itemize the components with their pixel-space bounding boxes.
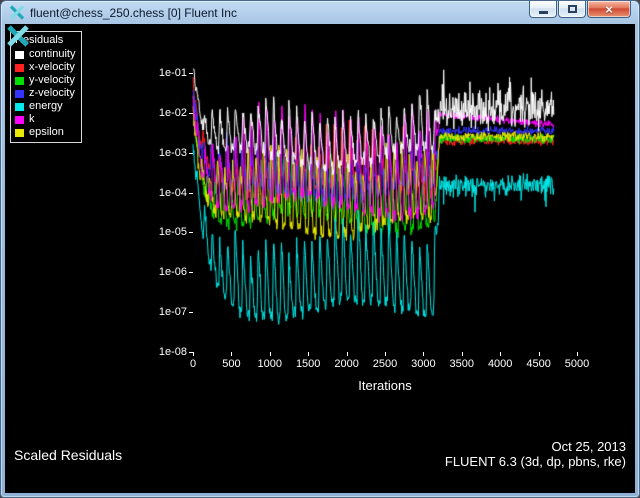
- x-axis-title: Iterations: [193, 378, 577, 393]
- y-tick-label: 1e-08: [143, 346, 187, 358]
- legend-item: y-velocity: [15, 74, 75, 87]
- y-tick-mark: [189, 73, 193, 74]
- y-tick-label: 1e-07: [143, 306, 187, 318]
- x-tick-label: 0: [175, 358, 211, 370]
- x-tick-label: 4500: [521, 358, 557, 370]
- x-tick-mark: [193, 352, 194, 356]
- fluent-watermark-icon: [6, 25, 30, 52]
- y-tick-label: 1e-04: [143, 187, 187, 199]
- x-tick-label: 3500: [444, 358, 480, 370]
- close-icon: ×: [605, 2, 613, 17]
- x-tick-mark: [231, 352, 232, 356]
- legend-swatch: [15, 103, 24, 111]
- x-tick-label: 2500: [367, 358, 403, 370]
- y-tick-label: 1e-01: [143, 67, 187, 79]
- minimize-button[interactable]: [529, 1, 557, 18]
- y-tick-label: 1e-05: [143, 226, 187, 238]
- y-tick-label: 1e-03: [143, 147, 187, 159]
- fluent-logo-icon: [9, 5, 25, 20]
- x-tick-mark: [462, 352, 463, 356]
- legend-item-label: k: [29, 113, 35, 126]
- legend-item: z-velocity: [15, 87, 75, 100]
- minimize-icon: [539, 11, 548, 14]
- legend-item-label: continuity: [29, 48, 75, 61]
- footer-info: Oct 25, 2013 FLUENT 6.3 (3d, dp, pbns, r…: [445, 439, 626, 469]
- x-tick-mark: [577, 352, 578, 356]
- x-tick-mark: [539, 352, 540, 356]
- y-tick-mark: [189, 113, 193, 114]
- close-button[interactable]: ×: [587, 1, 631, 18]
- x-tick-label: 2000: [329, 358, 365, 370]
- y-tick-mark: [189, 193, 193, 194]
- legend-item: epsilon: [15, 126, 75, 139]
- x-tick-label: 1000: [252, 358, 288, 370]
- legend-swatch: [15, 77, 24, 85]
- window-title: fluent@chess_250.chess [0] Fluent Inc: [30, 6, 237, 20]
- maximize-icon: [568, 5, 577, 13]
- legend-item: x-velocity: [15, 61, 75, 74]
- y-tick-mark: [189, 153, 193, 154]
- legend-swatch: [15, 116, 24, 124]
- axes-layer: 1e-01 1e-02 1e-03 1e-04 1e-05 1e-06 1e-07 1e-08…: [5, 24, 635, 493]
- maximize-button[interactable]: [558, 1, 586, 18]
- legend-items: continuityx-velocityy-velocityz-velocity…: [15, 48, 75, 139]
- y-tick-mark: [189, 232, 193, 233]
- legend-swatch: [15, 64, 24, 72]
- plot-caption: Scaled Residuals: [14, 447, 122, 463]
- legend-swatch: [15, 90, 24, 98]
- legend-item: k: [15, 113, 75, 126]
- legend-item-label: energy: [29, 100, 63, 113]
- x-tick-mark: [347, 352, 348, 356]
- y-tick-label: 1e-06: [143, 266, 187, 278]
- window-controls: ×: [528, 1, 631, 18]
- fluent-window: fluent@chess_250.chess [0] Fluent Inc × …: [0, 0, 640, 498]
- legend-item-label: z-velocity: [29, 87, 75, 100]
- y-tick-mark: [189, 272, 193, 273]
- footer-date: Oct 25, 2013: [445, 439, 626, 454]
- footer-version: FLUENT 6.3 (3d, dp, pbns, rke): [445, 454, 626, 469]
- x-tick-mark: [500, 352, 501, 356]
- x-tick-label: 1500: [290, 358, 326, 370]
- x-tick-label: 4000: [482, 358, 518, 370]
- legend-item-label: y-velocity: [29, 74, 75, 87]
- y-tick-mark: [189, 312, 193, 313]
- x-tick-mark: [270, 352, 271, 356]
- x-tick-mark: [308, 352, 309, 356]
- legend-item-label: epsilon: [29, 126, 64, 139]
- titlebar[interactable]: fluent@chess_250.chess [0] Fluent Inc ×: [5, 1, 635, 24]
- x-tick-mark: [423, 352, 424, 356]
- graphics-area: 1e-01 1e-02 1e-03 1e-04 1e-05 1e-06 1e-07 1e-08…: [5, 24, 635, 493]
- x-tick-label: 5000: [559, 358, 595, 370]
- legend-item: energy: [15, 100, 75, 113]
- y-tick-label: 1e-02: [143, 107, 187, 119]
- x-tick-mark: [385, 352, 386, 356]
- x-tick-label: 500: [213, 358, 249, 370]
- legend-item-label: x-velocity: [29, 61, 75, 74]
- x-tick-label: 3000: [405, 358, 441, 370]
- legend-swatch: [15, 129, 24, 137]
